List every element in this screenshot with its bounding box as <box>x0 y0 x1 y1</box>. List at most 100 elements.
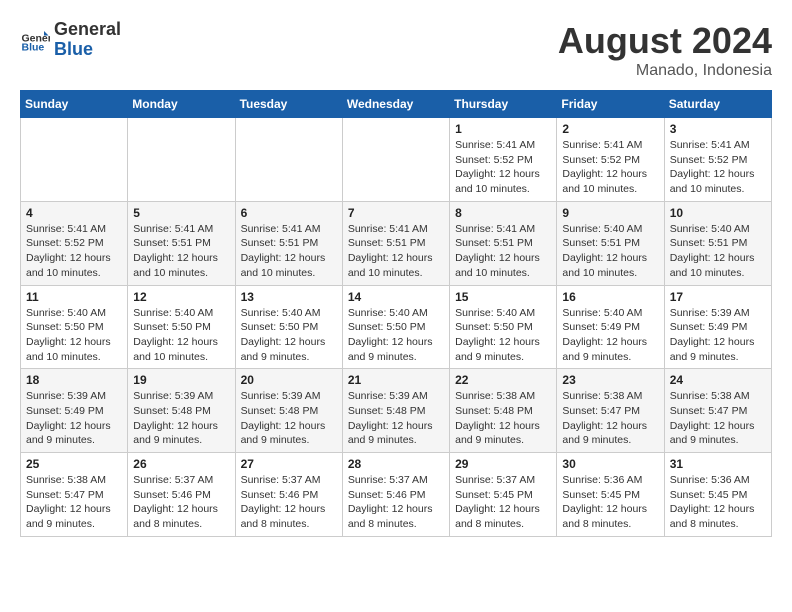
col-header-thursday: Thursday <box>450 91 557 118</box>
calendar-cell <box>235 118 342 202</box>
calendar-row-0: 1Sunrise: 5:41 AM Sunset: 5:52 PM Daylig… <box>21 118 772 202</box>
col-header-tuesday: Tuesday <box>235 91 342 118</box>
day-info: Sunrise: 5:39 AM Sunset: 5:49 PM Dayligh… <box>670 306 766 365</box>
calendar-cell: 11 Sunrise: 5:40 AM Sunset: 5:50 PM Dayli… <box>21 285 128 369</box>
day-info: Sunrise: 5:40 AM Sunset: 5:49 PM Dayligh… <box>562 306 658 365</box>
calendar-cell: 5Sunrise: 5:41 AM Sunset: 5:51 PM Daylig… <box>128 201 235 285</box>
day-number: 31 <box>670 457 766 471</box>
day-number: 28 <box>348 457 444 471</box>
day-number: 30 <box>562 457 658 471</box>
col-header-friday: Friday <box>557 91 664 118</box>
col-header-sunday: Sunday <box>21 91 128 118</box>
day-info: Sunrise: 5:40 AM Sunset: 5:50 PM Dayligh… <box>241 306 337 365</box>
day-info: Sunrise: 5:39 AM Sunset: 5:48 PM Dayligh… <box>133 389 229 448</box>
calendar-cell: 3Sunrise: 5:41 AM Sunset: 5:52 PM Daylig… <box>664 118 771 202</box>
calendar-cell: 27Sunrise: 5:37 AM Sunset: 5:46 PM Dayli… <box>235 453 342 537</box>
day-info: Sunrise: 5:37 AM Sunset: 5:46 PM Dayligh… <box>348 473 444 532</box>
day-number: 2 <box>562 122 658 136</box>
logo-blue: Blue <box>54 39 93 59</box>
day-info: Sunrise: 5:41 AM Sunset: 5:51 PM Dayligh… <box>348 222 444 281</box>
day-info: Sunrise: 5:41 AM Sunset: 5:52 PM Dayligh… <box>562 138 658 197</box>
month-year: August 2024 <box>558 20 772 62</box>
calendar-cell: 2 Sunrise: 5:41 AM Sunset: 5:52 PM Daylig… <box>557 118 664 202</box>
day-info: Sunrise: 5:41 AM Sunset: 5:52 PM Dayligh… <box>26 222 122 281</box>
day-number: 10 <box>670 206 766 220</box>
day-info: Sunrise: 5:38 AM Sunset: 5:47 PM Dayligh… <box>26 473 122 532</box>
day-info: Sunrise: 5:41 AM Sunset: 5:51 PM Dayligh… <box>241 222 337 281</box>
calendar-cell: 12 Sunrise: 5:40 AM Sunset: 5:50 PM Dayli… <box>128 285 235 369</box>
day-number: 8 <box>455 206 551 220</box>
calendar-header-row: SundayMondayTuesdayWednesdayThursdayFrid… <box>21 91 772 118</box>
day-number: 6 <box>241 206 337 220</box>
day-info: Sunrise: 5:41 AM Sunset: 5:51 PM Dayligh… <box>455 222 551 281</box>
calendar-cell: 7Sunrise: 5:41 AM Sunset: 5:51 PM Daylig… <box>342 201 449 285</box>
day-info: Sunrise: 5:41 AM Sunset: 5:51 PM Dayligh… <box>133 222 229 281</box>
col-header-wednesday: Wednesday <box>342 91 449 118</box>
calendar: SundayMondayTuesdayWednesdayThursdayFrid… <box>20 90 772 537</box>
calendar-cell: 13 Sunrise: 5:40 AM Sunset: 5:50 PM Dayli… <box>235 285 342 369</box>
calendar-cell <box>128 118 235 202</box>
calendar-cell: 29 Sunrise: 5:37 AM Sunset: 5:45 PM Dayli… <box>450 453 557 537</box>
day-number: 20 <box>241 373 337 387</box>
calendar-cell: 10 Sunrise: 5:40 AM Sunset: 5:51 PM Dayli… <box>664 201 771 285</box>
calendar-cell: 1Sunrise: 5:41 AM Sunset: 5:52 PM Daylig… <box>450 118 557 202</box>
day-number: 14 <box>348 290 444 304</box>
day-info: Sunrise: 5:36 AM Sunset: 5:45 PM Dayligh… <box>670 473 766 532</box>
calendar-row-1: 4Sunrise: 5:41 AM Sunset: 5:52 PM Daylig… <box>21 201 772 285</box>
day-number: 24 <box>670 373 766 387</box>
day-info: Sunrise: 5:40 AM Sunset: 5:51 PM Dayligh… <box>562 222 658 281</box>
day-info: Sunrise: 5:38 AM Sunset: 5:47 PM Dayligh… <box>562 389 658 448</box>
logo-text: GeneralBlue <box>54 20 121 60</box>
calendar-cell: 18 Sunrise: 5:39 AM Sunset: 5:49 PM Dayli… <box>21 369 128 453</box>
day-info: Sunrise: 5:41 AM Sunset: 5:52 PM Dayligh… <box>670 138 766 197</box>
calendar-row-4: 25 Sunrise: 5:38 AM Sunset: 5:47 PM Dayli… <box>21 453 772 537</box>
calendar-cell: 26 Sunrise: 5:37 AM Sunset: 5:46 PM Dayli… <box>128 453 235 537</box>
day-number: 19 <box>133 373 229 387</box>
day-number: 9 <box>562 206 658 220</box>
day-info: Sunrise: 5:39 AM Sunset: 5:48 PM Dayligh… <box>241 389 337 448</box>
calendar-cell: 25 Sunrise: 5:38 AM Sunset: 5:47 PM Dayli… <box>21 453 128 537</box>
day-info: Sunrise: 5:40 AM Sunset: 5:50 PM Dayligh… <box>348 306 444 365</box>
day-info: Sunrise: 5:40 AM Sunset: 5:50 PM Dayligh… <box>455 306 551 365</box>
page-header: General Blue GeneralBlue August 2024 Man… <box>20 20 772 80</box>
day-number: 11 <box>26 290 122 304</box>
day-info: Sunrise: 5:41 AM Sunset: 5:52 PM Dayligh… <box>455 138 551 197</box>
day-number: 17 <box>670 290 766 304</box>
day-info: Sunrise: 5:40 AM Sunset: 5:50 PM Dayligh… <box>133 306 229 365</box>
calendar-cell <box>342 118 449 202</box>
col-header-monday: Monday <box>128 91 235 118</box>
day-number: 26 <box>133 457 229 471</box>
day-info: Sunrise: 5:37 AM Sunset: 5:46 PM Dayligh… <box>133 473 229 532</box>
day-info: Sunrise: 5:40 AM Sunset: 5:51 PM Dayligh… <box>670 222 766 281</box>
day-number: 25 <box>26 457 122 471</box>
day-number: 13 <box>241 290 337 304</box>
calendar-row-2: 11 Sunrise: 5:40 AM Sunset: 5:50 PM Dayli… <box>21 285 772 369</box>
col-header-saturday: Saturday <box>664 91 771 118</box>
calendar-cell: 24 Sunrise: 5:38 AM Sunset: 5:47 PM Dayli… <box>664 369 771 453</box>
calendar-cell: 8 Sunrise: 5:41 AM Sunset: 5:51 PM Daylig… <box>450 201 557 285</box>
calendar-cell: 31 Sunrise: 5:36 AM Sunset: 5:45 PM Dayli… <box>664 453 771 537</box>
day-number: 29 <box>455 457 551 471</box>
logo-icon: General Blue <box>20 25 50 55</box>
day-info: Sunrise: 5:38 AM Sunset: 5:47 PM Dayligh… <box>670 389 766 448</box>
day-number: 12 <box>133 290 229 304</box>
location: Manado, Indonesia <box>558 62 772 80</box>
day-info: Sunrise: 5:38 AM Sunset: 5:48 PM Dayligh… <box>455 389 551 448</box>
calendar-cell: 30 Sunrise: 5:36 AM Sunset: 5:45 PM Dayli… <box>557 453 664 537</box>
title-block: August 2024 Manado, Indonesia <box>558 20 772 80</box>
day-info: Sunrise: 5:37 AM Sunset: 5:46 PM Dayligh… <box>241 473 337 532</box>
day-info: Sunrise: 5:40 AM Sunset: 5:50 PM Dayligh… <box>26 306 122 365</box>
calendar-cell: 19 Sunrise: 5:39 AM Sunset: 5:48 PM Dayli… <box>128 369 235 453</box>
day-info: Sunrise: 5:36 AM Sunset: 5:45 PM Dayligh… <box>562 473 658 532</box>
logo: General Blue GeneralBlue <box>20 20 121 60</box>
calendar-cell: 17 Sunrise: 5:39 AM Sunset: 5:49 PM Dayli… <box>664 285 771 369</box>
calendar-cell: 15Sunrise: 5:40 AM Sunset: 5:50 PM Dayli… <box>450 285 557 369</box>
calendar-cell: 16Sunrise: 5:40 AM Sunset: 5:49 PM Dayli… <box>557 285 664 369</box>
day-number: 23 <box>562 373 658 387</box>
day-number: 21 <box>348 373 444 387</box>
day-number: 22 <box>455 373 551 387</box>
calendar-cell: 14 Sunrise: 5:40 AM Sunset: 5:50 PM Dayli… <box>342 285 449 369</box>
day-number: 18 <box>26 373 122 387</box>
day-info: Sunrise: 5:39 AM Sunset: 5:49 PM Dayligh… <box>26 389 122 448</box>
day-info: Sunrise: 5:37 AM Sunset: 5:45 PM Dayligh… <box>455 473 551 532</box>
